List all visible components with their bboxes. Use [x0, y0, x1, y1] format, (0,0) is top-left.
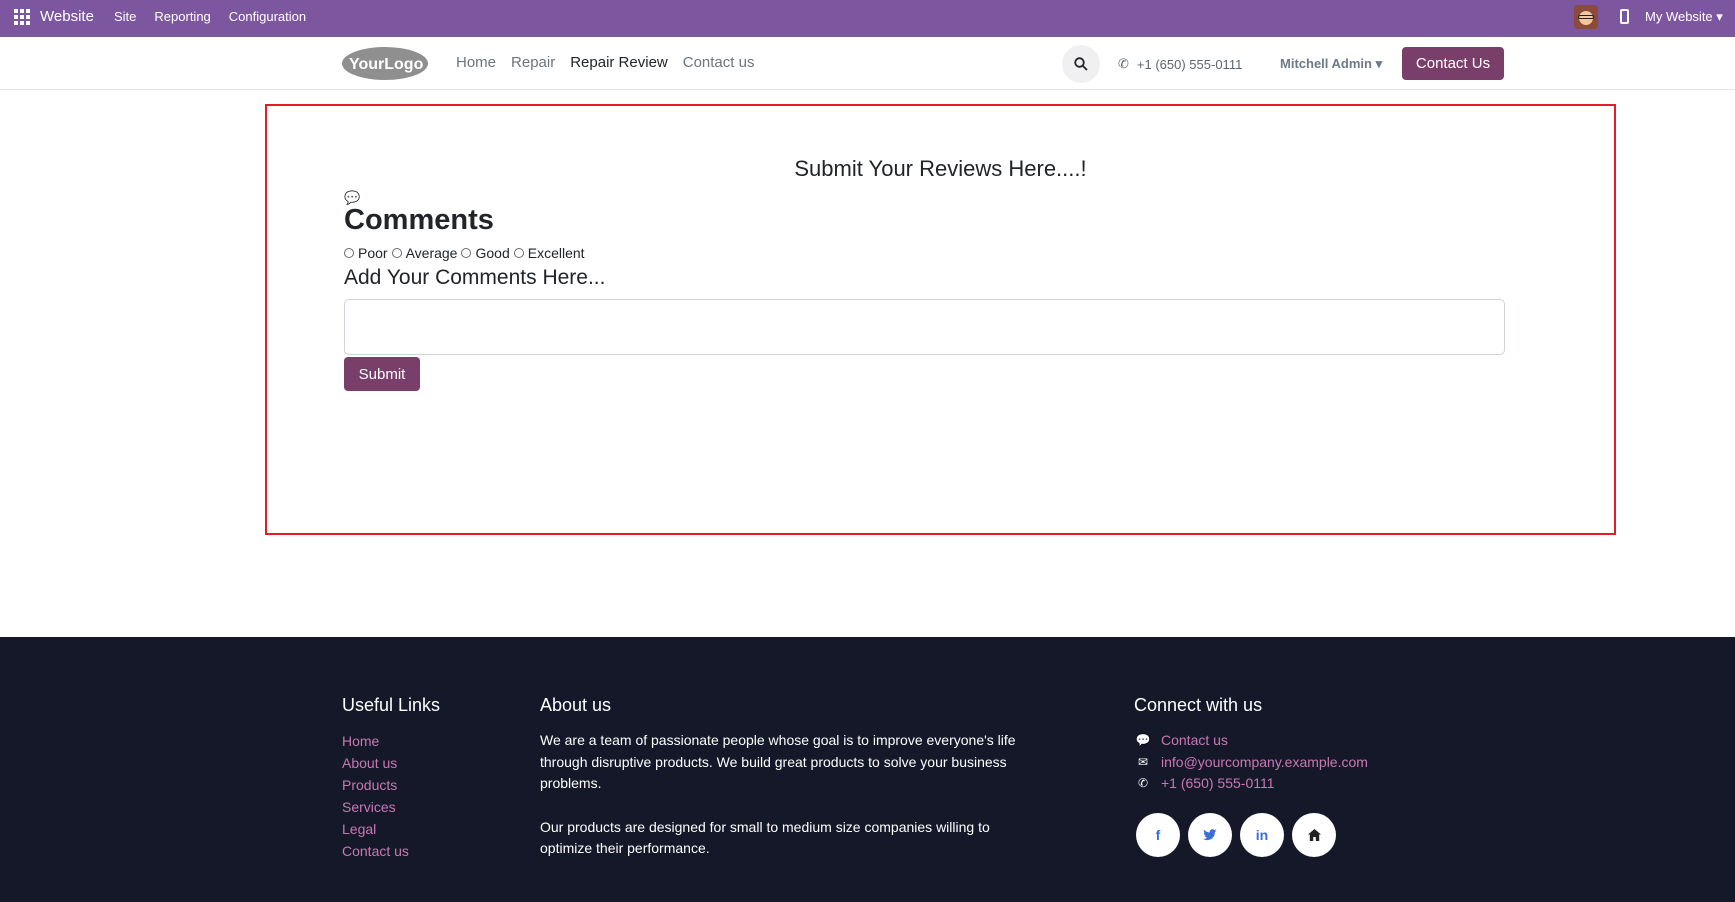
- phone-icon: ✆: [1137, 776, 1149, 790]
- footer-link-contact[interactable]: Contact us: [342, 840, 409, 862]
- envelope-icon: ✉: [1137, 754, 1149, 769]
- site-footer: Useful Links Home About us Products Serv…: [0, 637, 1735, 902]
- nav-contact-us[interactable]: Contact us: [683, 54, 755, 71]
- about-paragraph: We are a team of passionate people whose…: [540, 732, 1016, 791]
- apps-grid-icon[interactable]: [14, 9, 30, 25]
- rating-radio[interactable]: [513, 248, 524, 258]
- mobile-preview-icon[interactable]: [1620, 9, 1629, 24]
- home-icon[interactable]: [1292, 813, 1336, 857]
- user-avatar[interactable]: [1574, 5, 1598, 29]
- comment-textarea[interactable]: [344, 299, 1505, 355]
- website-switcher[interactable]: My Website ▾: [1645, 9, 1723, 25]
- footer-link-legal[interactable]: Legal: [342, 818, 409, 840]
- main-nav: Home Repair Repair Review Contact us: [456, 54, 754, 71]
- useful-links-list: Home About us Products Services Legal Co…: [342, 730, 409, 862]
- rating-good[interactable]: Good: [461, 245, 510, 261]
- nav-repair[interactable]: Repair: [511, 54, 555, 71]
- connect-phone[interactable]: ✆ +1 (650) 555-0111: [1135, 773, 1368, 795]
- chat-icon: 💬: [1135, 733, 1151, 747]
- nav-repair-review[interactable]: Repair Review: [570, 54, 668, 71]
- admin-bar: Website Site Reporting Configuration My …: [0, 0, 1735, 37]
- site-logo[interactable]: YourLogo: [341, 46, 429, 81]
- header-phone[interactable]: ✆ +1 (650) 555-0111: [1118, 56, 1242, 72]
- facebook-icon[interactable]: f: [1136, 813, 1180, 857]
- footer-link-services[interactable]: Services: [342, 796, 409, 818]
- linkedin-icon[interactable]: in: [1240, 813, 1284, 857]
- admin-menu-site[interactable]: Site: [114, 9, 136, 24]
- phone-icon: ✆: [1118, 56, 1129, 71]
- search-icon: [1074, 57, 1088, 71]
- review-form-section: Submit Your Reviews Here....! 💬 Comments…: [265, 104, 1616, 535]
- twitter-icon[interactable]: [1188, 813, 1232, 857]
- about-paragraph: Our products are designed for small to m…: [540, 818, 990, 857]
- rating-average[interactable]: Average: [391, 245, 457, 261]
- site-header: YourLogo Home Repair Repair Review Conta…: [0, 37, 1735, 90]
- review-title: Submit Your Reviews Here....!: [794, 156, 1087, 181]
- rating-poor[interactable]: Poor: [344, 245, 388, 261]
- admin-menu-configuration[interactable]: Configuration: [229, 9, 306, 24]
- footer-link-about[interactable]: About us: [342, 752, 409, 774]
- submit-button[interactable]: Submit: [344, 357, 420, 391]
- search-button[interactable]: [1062, 45, 1100, 83]
- connect-email[interactable]: ✉ info@yourcompany.example.com: [1135, 752, 1368, 774]
- connect-list: 💬 Contact us ✉ info@yourcompany.example.co…: [1135, 730, 1368, 795]
- about-text: We are a team of passionate people whose…: [540, 730, 1020, 860]
- rating-radio[interactable]: [461, 248, 472, 258]
- nav-home[interactable]: Home: [456, 54, 496, 71]
- footer-link-home[interactable]: Home: [342, 730, 409, 752]
- app-brand[interactable]: Website: [40, 8, 94, 25]
- user-menu[interactable]: Mitchell Admin ▾: [1280, 56, 1382, 72]
- useful-links-heading: Useful Links: [342, 695, 441, 715]
- add-comments-label: Add Your Comments Here...: [344, 266, 606, 289]
- footer-link-products[interactable]: Products: [342, 774, 409, 796]
- admin-menu-reporting[interactable]: Reporting: [154, 9, 210, 24]
- about-heading: About us: [540, 695, 612, 715]
- admin-menu: Site Reporting Configuration: [114, 9, 306, 24]
- rating-radio[interactable]: [391, 248, 402, 258]
- rating-radio[interactable]: [344, 248, 354, 258]
- comments-heading: Comments: [344, 204, 494, 236]
- rating-options: Poor Average Good Excellent: [344, 245, 589, 261]
- social-links: f in: [1136, 813, 1336, 857]
- connect-contact[interactable]: 💬 Contact us: [1135, 730, 1368, 752]
- svg-text:YourLogo: YourLogo: [349, 56, 424, 73]
- rating-excellent[interactable]: Excellent: [513, 245, 585, 261]
- connect-heading: Connect with us: [1134, 695, 1263, 715]
- contact-us-button[interactable]: Contact Us: [1402, 47, 1504, 80]
